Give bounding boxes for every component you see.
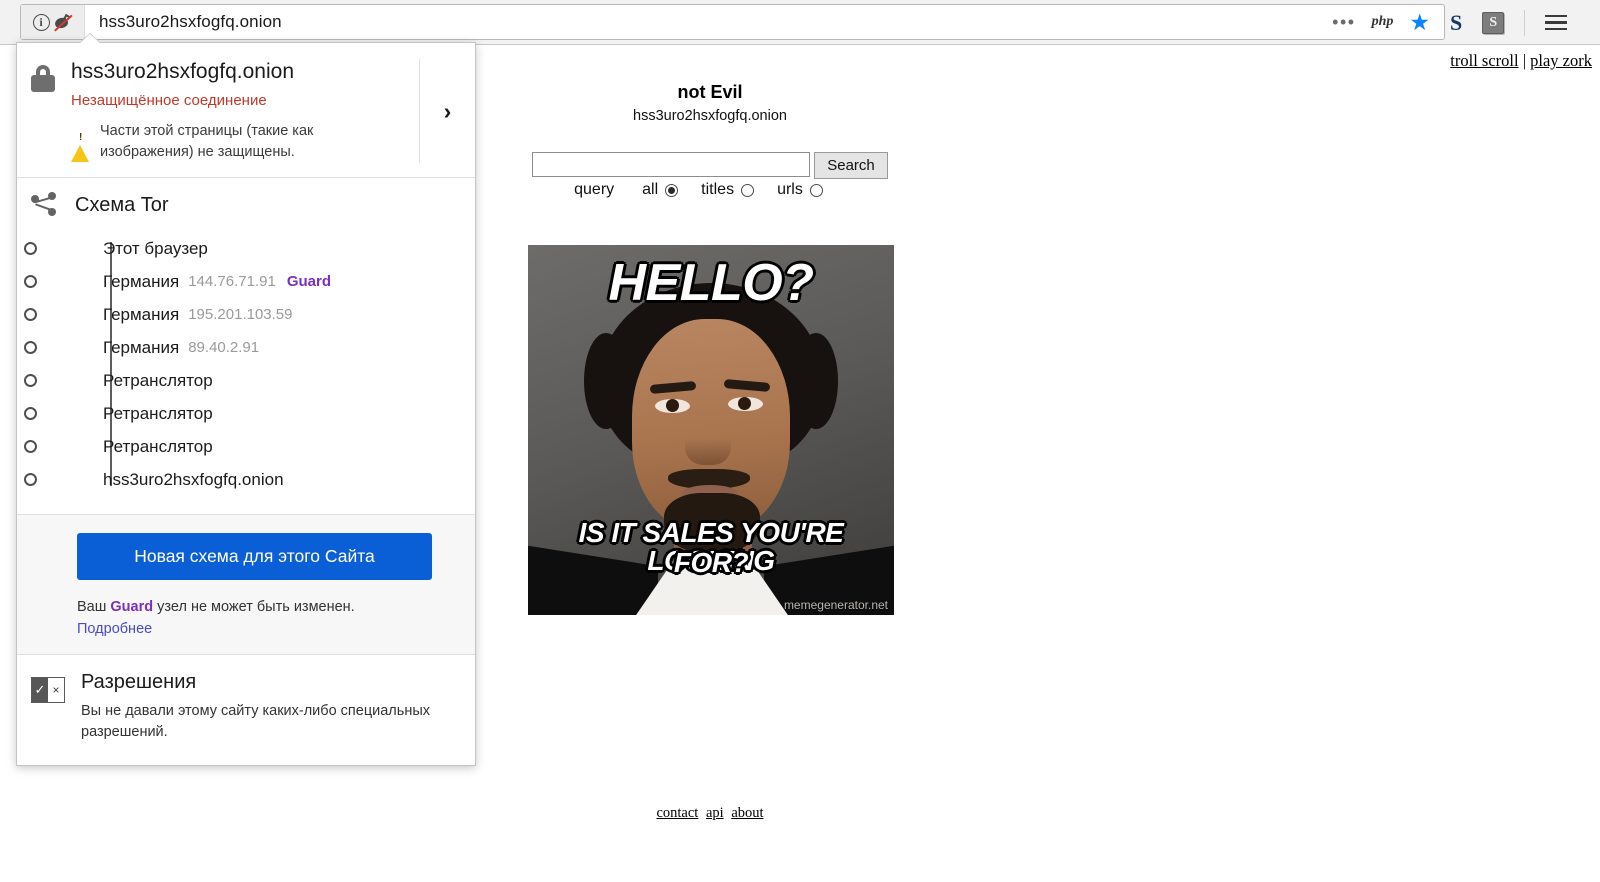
permissions-title: Разрешения: [81, 670, 197, 693]
circuit-node: Ретранслятор: [24, 430, 475, 463]
lock-icon: [31, 65, 55, 92]
radio-titles[interactable]: [741, 183, 755, 197]
node-label: Ретранслятор: [103, 436, 213, 456]
option-urls-label: urls: [777, 181, 803, 198]
node-label: Ретранслятор: [103, 370, 213, 390]
node-label: Германия: [103, 304, 180, 324]
guard-note-before: Ваш: [77, 599, 111, 616]
mixed-content-row: ! Части этой страницы (такие как изображ…: [71, 121, 411, 163]
node-dot-icon: [24, 374, 37, 388]
bookmark-star-icon[interactable]: ★: [1409, 10, 1430, 34]
link-separator: |: [1518, 51, 1531, 70]
identity-section[interactable]: hss3uro2hsxfogfq.onion Незащищённое соед…: [17, 43, 475, 179]
address-bar[interactable]: i hss3uro2hsxfogfq.onion ••• php ★: [20, 4, 1445, 40]
option-all-label: all: [642, 181, 659, 198]
circuit-node: Германия 144.76.71.91 Guard: [24, 265, 475, 298]
circuit-node: Германия 89.40.2.91: [24, 331, 475, 364]
meme-image: HELLO? IS IT SALES YOU'RE LOOKING FOR? m…: [528, 245, 894, 615]
footer-links: contact api about: [0, 805, 1420, 822]
about-link[interactable]: about: [731, 805, 763, 821]
url-text[interactable]: hss3uro2hsxfogfq.onion: [99, 12, 282, 32]
circuit-share-icon: [31, 192, 59, 218]
node-dot-icon: [24, 341, 37, 355]
meme-top-text: HELLO?: [608, 254, 814, 312]
radio-urls[interactable]: [809, 183, 823, 197]
radio-all[interactable]: [665, 183, 679, 197]
meme-watermark: memegenerator.net: [783, 598, 888, 612]
info-circle-icon[interactable]: i: [32, 13, 50, 31]
node-label: Германия: [103, 337, 180, 357]
site-info-panel: hss3uro2hsxfogfq.onion Незащищённое соед…: [16, 34, 476, 766]
extension-s-box-icon[interactable]: S: [1482, 11, 1505, 34]
node-ip: 195.201.103.59: [188, 306, 293, 324]
permissions-section: ✓ × Разрешения Вы не давали этому сайту к…: [17, 655, 475, 765]
node-ip: 144.76.71.91: [188, 273, 276, 291]
node-ip: 89.40.2.91: [188, 339, 260, 357]
onion-crossed-icon[interactable]: [53, 13, 73, 32]
learn-more-link[interactable]: Подробнее: [77, 621, 152, 637]
tor-circuit-section: Схема Tor Этот браузер Германия 144.76.7…: [17, 178, 475, 516]
panel-pointer: [80, 34, 100, 43]
node-dot-icon: [24, 473, 37, 487]
node-guard-tag: Guard: [286, 273, 331, 291]
warning-triangle-icon: !: [71, 128, 90, 163]
troll-scroll-link[interactable]: troll scroll: [1450, 51, 1518, 70]
node-dot-icon: [24, 308, 37, 322]
permissions-description: Вы не давали этому сайту каких-либо спец…: [81, 702, 431, 740]
query-label: query: [574, 181, 615, 198]
contact-link[interactable]: contact: [656, 805, 698, 821]
circuit-node: Этот браузер: [24, 232, 475, 265]
node-dot-icon: [24, 440, 37, 454]
top-right-links: troll scroll | play zork: [1450, 51, 1592, 71]
option-titles[interactable]: titles: [701, 181, 755, 199]
api-link[interactable]: api: [706, 805, 724, 821]
toolbar-extensions: S S: [1450, 0, 1568, 45]
new-circuit-section: Новая схема для этого Сайта Ваш Guard уз…: [17, 515, 475, 655]
circuit-node: Германия 195.201.103.59: [24, 298, 475, 331]
play-zork-link[interactable]: play zork: [1530, 51, 1592, 70]
guard-note: Ваш Guard узел не может быть изменен.: [77, 597, 475, 619]
connection-status: Незащищённое соединение: [71, 92, 267, 110]
node-label: Германия: [103, 271, 180, 291]
guard-keyword: Guard: [110, 599, 154, 616]
circuit-header: Схема Tor: [17, 192, 475, 218]
circuit-node: Ретранслятор: [24, 397, 475, 430]
new-circuit-button[interactable]: Новая схема для этого Сайта: [77, 533, 432, 581]
php-extension-icon[interactable]: php: [1372, 14, 1394, 30]
search-button[interactable]: Search: [814, 152, 888, 179]
meme-bottom-text-line2: FOR?: [673, 547, 749, 578]
identity-text: hss3uro2hsxfogfq.onion Незащищённое соед…: [55, 59, 419, 163]
address-bar-actions: ••• php ★: [1332, 10, 1444, 34]
guard-note-after: узел не может быть изменен.: [153, 599, 355, 616]
option-urls[interactable]: urls: [777, 181, 823, 199]
option-titles-label: titles: [701, 181, 735, 198]
hamburger-menu-icon[interactable]: [1545, 14, 1568, 31]
node-dot-icon: [24, 242, 37, 256]
pupil-right: [738, 397, 751, 410]
extension-s-icon[interactable]: S: [1450, 10, 1462, 36]
node-label: hss3uro2hsxfogfq.onion: [103, 469, 284, 489]
option-all[interactable]: all: [642, 181, 679, 199]
node-label: Ретранслятор: [103, 403, 213, 423]
circuit-node: hss3uro2hsxfogfq.onion: [24, 463, 475, 496]
circuit-node: Ретранслятор: [24, 364, 475, 397]
browser-toolbar: i hss3uro2hsxfogfq.onion ••• php ★ S S: [0, 0, 1600, 45]
node-dot-icon: [24, 407, 37, 421]
permissions-text: Разрешения Вы не давали этому сайту каки…: [65, 671, 475, 743]
toolbar-divider: [1524, 9, 1526, 36]
site-identity-box[interactable]: i: [21, 5, 85, 39]
nose: [685, 421, 731, 465]
node-dot-icon: [24, 275, 37, 289]
permissions-icon: ✓ ×: [31, 676, 65, 703]
chevron-right-icon[interactable]: ›: [419, 59, 475, 164]
circuit-title: Схема Tor: [75, 193, 169, 216]
pupil-left: [666, 399, 679, 412]
search-input[interactable]: [532, 152, 811, 177]
mixed-content-text: Части этой страницы (такие как изображен…: [100, 123, 314, 161]
circuit-node-list: Этот браузер Германия 144.76.71.91 Guard…: [17, 232, 475, 496]
node-label: Этот браузер: [103, 238, 208, 258]
panel-host: hss3uro2hsxfogfq.onion: [71, 60, 294, 83]
overflow-dots-icon[interactable]: •••: [1332, 13, 1355, 31]
